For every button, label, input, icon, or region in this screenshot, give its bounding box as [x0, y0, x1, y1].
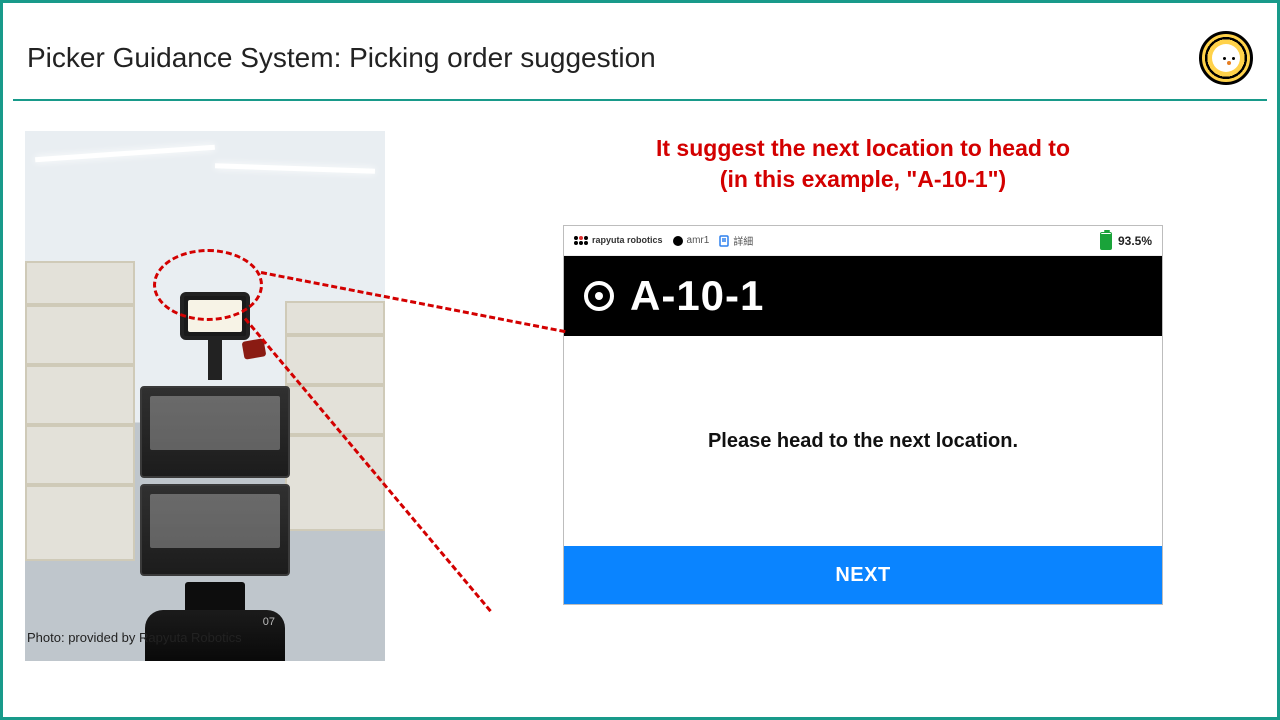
document-icon [719, 235, 729, 247]
brand-text: rapyuta robotics [592, 236, 663, 245]
detail-badge[interactable]: 詳細 [719, 233, 753, 248]
annotation-line1: It suggest the next location to head to [656, 135, 1070, 161]
slide: Picker Guidance System: Picking order su… [0, 0, 1280, 720]
slide-body: 07 It suggest the next location to head … [3, 101, 1277, 661]
amr-badge-label: amr1 [687, 235, 710, 246]
annotation-line2: (in this example, "A-10-1") [720, 166, 1006, 192]
location-banner: A-10-1 [564, 256, 1162, 336]
ui-status-bar: rapyuta robotics amr1 詳細 93.5% [564, 226, 1162, 256]
tiger-logo-icon [1199, 31, 1253, 85]
dot-icon [673, 236, 683, 246]
next-button[interactable]: NEXT [564, 546, 1162, 604]
callout-ellipse [153, 249, 263, 321]
amr-photo: 07 [25, 131, 385, 661]
amr-badge: amr1 [673, 235, 710, 246]
battery-indicator: 93.5% [1100, 232, 1152, 250]
annotation-text: It suggest the next location to head to … [563, 133, 1163, 195]
battery-icon [1100, 232, 1112, 250]
photo-credit: Photo: provided by Rapyuta Robotics [27, 630, 242, 645]
robot-unit-label: 07 [145, 610, 285, 628]
location-pin-icon [584, 281, 614, 311]
rapyuta-logo-icon: rapyuta robotics [574, 236, 663, 245]
location-code: A-10-1 [630, 272, 764, 320]
header: Picker Guidance System: Picking order su… [3, 3, 1277, 99]
battery-pct: 93.5% [1118, 234, 1152, 248]
instruction-text: Please head to the next location. [564, 336, 1162, 546]
slide-title: Picker Guidance System: Picking order su… [27, 42, 656, 74]
tablet-ui: rapyuta robotics amr1 詳細 93.5% A- [563, 225, 1163, 605]
detail-badge-label: 詳細 [733, 233, 753, 248]
